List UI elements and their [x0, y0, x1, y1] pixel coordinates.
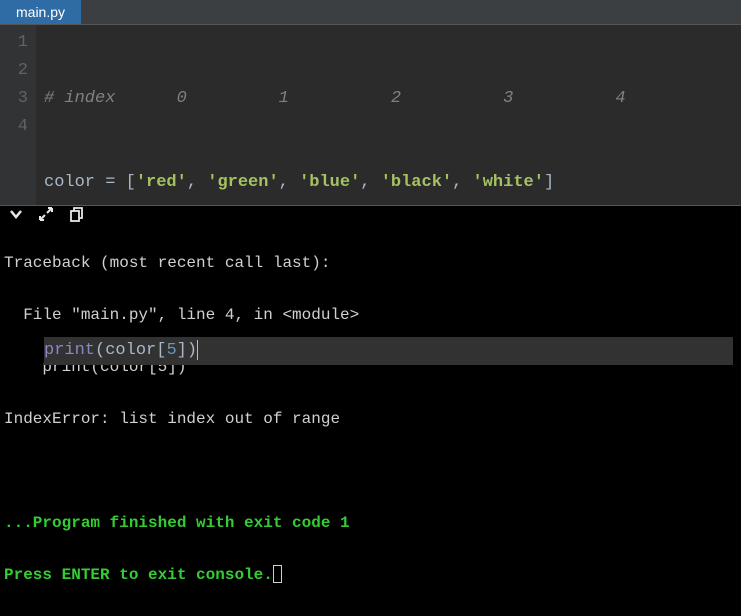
code-line: color = ['red', 'green', 'blue', 'black'… — [44, 169, 733, 197]
text-cursor — [197, 340, 198, 360]
code-line — [44, 253, 733, 281]
tab-main-py[interactable]: main.py — [0, 0, 81, 24]
console-cursor — [273, 565, 282, 583]
line-number: 4 — [12, 113, 28, 141]
code-editor[interactable]: 1 2 3 4 # index 0 1 2 3 4 color = ['red'… — [0, 25, 741, 205]
line-gutter: 1 2 3 4 — [0, 25, 36, 205]
chevron-down-icon[interactable] — [8, 206, 24, 222]
tab-bar: main.py — [0, 0, 741, 25]
code-line: # index 0 1 2 3 4 — [44, 85, 733, 113]
line-number: 1 — [12, 29, 28, 57]
line-number: 2 — [12, 57, 28, 85]
code-area[interactable]: # index 0 1 2 3 4 color = ['red', 'green… — [36, 25, 741, 205]
console-prompt: Press ENTER to exit console. — [4, 562, 737, 588]
console-line: ...Program finished with exit code 1 — [4, 510, 737, 536]
line-number: 3 — [12, 85, 28, 113]
code-line: print(color[5]) — [44, 337, 733, 365]
